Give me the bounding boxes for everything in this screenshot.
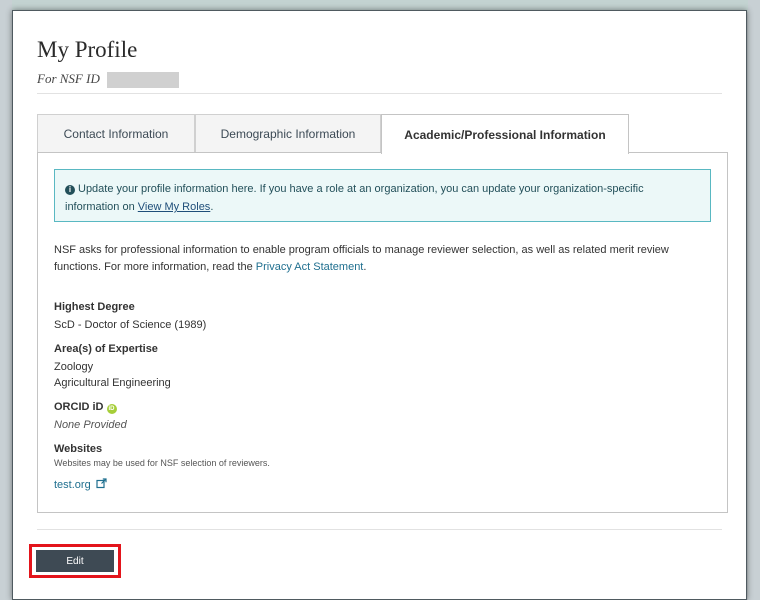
alert-text-end: . — [210, 201, 214, 213]
external-link-icon[interactable] — [96, 478, 107, 492]
highest-degree-value: ScD - Doctor of Science (1989) — [54, 319, 207, 331]
tab-content: i Update your profile information here. I… — [37, 152, 728, 513]
expertise-item: Zoology — [54, 361, 94, 373]
info-alert: i Update your profile information here. I… — [54, 169, 711, 222]
expertise-label: Area(s) of Expertise — [54, 343, 158, 355]
profile-panel: My Profile For NSF ID Contact Informatio… — [12, 10, 747, 600]
orcid-icon: iD — [106, 404, 117, 414]
tab-demographic-information[interactable]: Demographic Information — [195, 114, 381, 152]
orcid-label: ORCID iD — [54, 401, 104, 413]
intro-paragraph: NSF asks for professional information to… — [54, 242, 711, 276]
tab-label: Academic/Professional Information — [404, 127, 606, 142]
view-my-roles-link[interactable]: View My Roles — [138, 201, 211, 213]
tab-contact-information[interactable]: Contact Information — [37, 114, 195, 152]
tab-academic-professional-information[interactable]: Academic/Professional Information — [381, 114, 629, 154]
nsf-id-label: For NSF ID — [37, 71, 100, 86]
edit-highlight-box: Edit — [29, 544, 121, 578]
background-band-left — [0, 0, 12, 600]
orcid-value: None Provided — [54, 419, 127, 431]
expertise-item: Agricultural Engineering — [54, 377, 171, 389]
website-link-row: test.org — [54, 478, 107, 492]
orcid-label-row: ORCID iD iD — [54, 401, 117, 414]
privacy-act-link[interactable]: Privacy Act Statement — [256, 261, 364, 273]
info-icon: i — [65, 185, 75, 195]
website-link[interactable]: test.org — [54, 479, 91, 491]
nsf-id-line: For NSF ID — [37, 71, 180, 89]
websites-label: Websites — [54, 443, 103, 455]
title-divider — [37, 93, 722, 94]
websites-note: Websites may be used for NSF selection o… — [54, 458, 270, 468]
content-divider — [37, 529, 722, 530]
tab-label: Contact Information — [63, 126, 169, 141]
background-band-right — [748, 0, 760, 600]
page-title: My Profile — [37, 37, 138, 62]
tab-label: Demographic Information — [220, 126, 356, 141]
edit-button[interactable]: Edit — [36, 550, 114, 572]
nsf-id-redacted — [107, 72, 180, 89]
intro-text-end: . — [363, 261, 367, 273]
highest-degree-label: Highest Degree — [54, 301, 135, 313]
